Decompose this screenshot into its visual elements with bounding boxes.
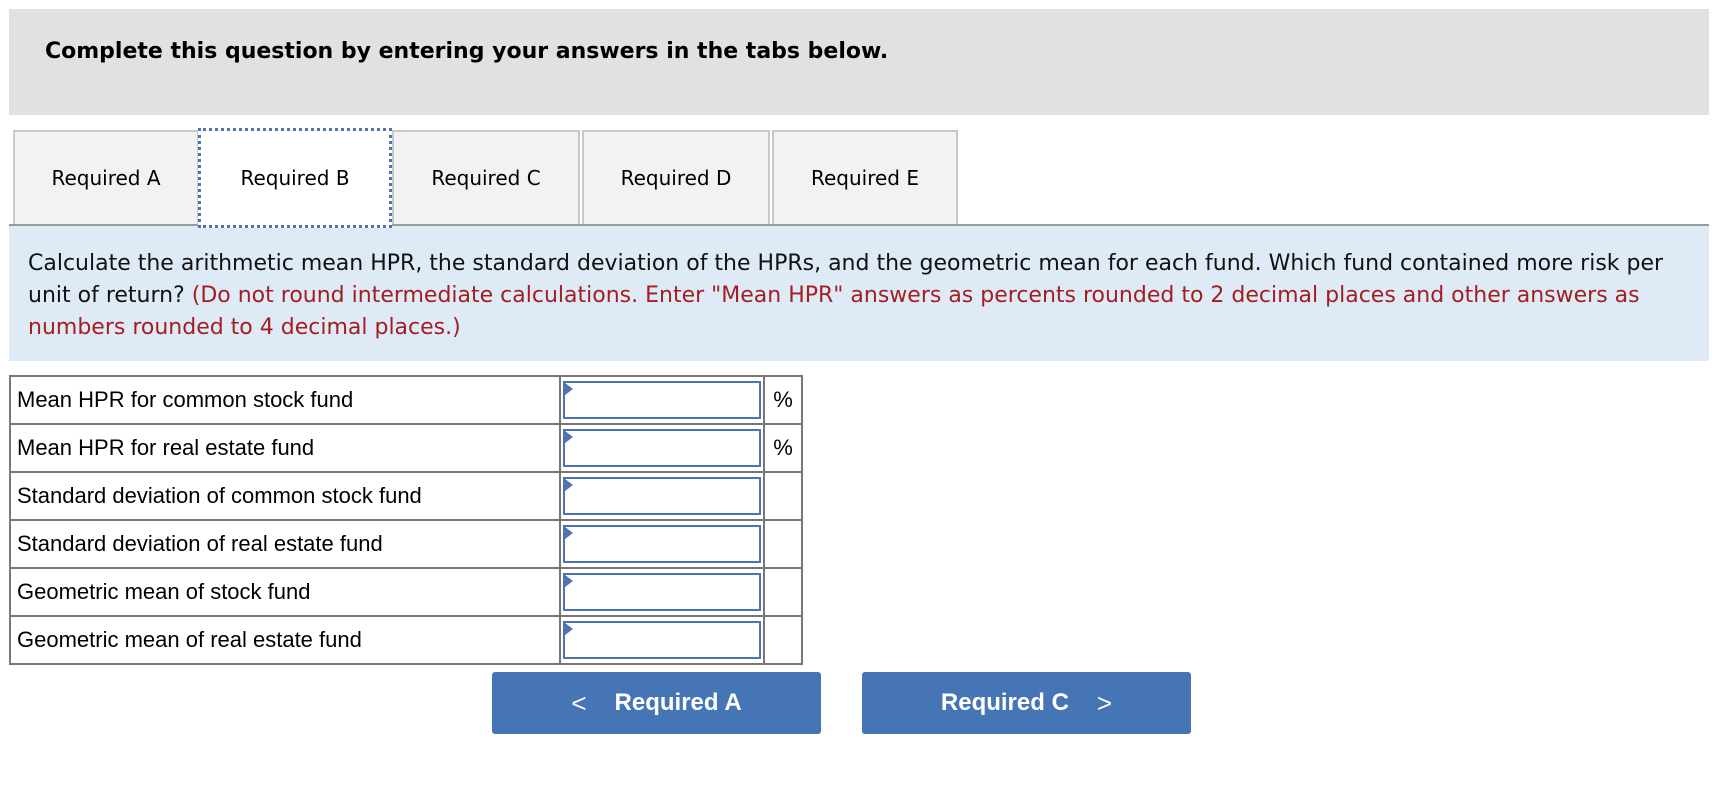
unit-label: % <box>763 375 803 425</box>
tab-required-a[interactable]: Required A <box>13 130 199 224</box>
row-label: Standard deviation of real estate fund <box>9 519 561 569</box>
row-label: Mean HPR for common stock fund <box>9 375 561 425</box>
tab-required-e[interactable]: Required E <box>772 130 958 224</box>
input-marker-icon <box>565 623 573 635</box>
header-title: Complete this question by entering your … <box>45 39 889 64</box>
answer-table: Mean HPR for common stock fund % Mean HPR… <box>9 375 803 665</box>
answer-cell <box>559 615 765 665</box>
answer-field <box>563 621 761 659</box>
row-label: Standard deviation of common stock fund <box>9 471 561 521</box>
answer-cell <box>559 375 765 425</box>
answer-input[interactable] <box>565 431 759 465</box>
prev-required-a-button[interactable]: < Required A <box>492 672 821 734</box>
answer-input[interactable] <box>565 527 759 561</box>
input-marker-icon <box>565 479 573 491</box>
unit-label <box>763 471 803 521</box>
row-label: Geometric mean of real estate fund <box>9 615 561 665</box>
input-marker-icon <box>565 527 573 539</box>
answer-field <box>563 573 761 611</box>
unit-label <box>763 615 803 665</box>
instruction-text: (Do not round intermediate calculations.… <box>28 283 1640 340</box>
answer-input[interactable] <box>565 479 759 513</box>
answer-cell <box>559 519 765 569</box>
unit-label <box>763 519 803 569</box>
row-label: Geometric mean of stock fund <box>9 567 561 617</box>
answer-cell <box>559 567 765 617</box>
input-marker-icon <box>565 383 573 395</box>
chevron-right-icon: > <box>1096 687 1113 718</box>
answer-cell <box>559 471 765 521</box>
answer-input[interactable] <box>565 575 759 609</box>
prev-button-label: Required A <box>614 689 742 716</box>
answer-cell <box>559 423 765 473</box>
table-row: Geometric mean of real estate fund <box>9 615 803 665</box>
question-prompt: Calculate the arithmetic mean HPR, the s… <box>9 226 1709 361</box>
input-marker-icon <box>565 575 573 587</box>
answer-input[interactable] <box>565 623 759 657</box>
unit-label <box>763 567 803 617</box>
table-row: Standard deviation of real estate fund <box>9 519 803 569</box>
answer-field <box>563 429 761 467</box>
table-row: Mean HPR for common stock fund % <box>9 375 803 425</box>
row-label: Mean HPR for real estate fund <box>9 423 561 473</box>
answer-input[interactable] <box>565 383 759 417</box>
answer-field <box>563 477 761 515</box>
next-button-label: Required C <box>940 689 1069 716</box>
table-row: Standard deviation of common stock fund <box>9 471 803 521</box>
instructions-header: Complete this question by entering your … <box>9 9 1709 115</box>
chevron-left-icon: < <box>571 687 587 718</box>
tab-required-c[interactable]: Required C <box>392 130 580 224</box>
next-required-c-button[interactable]: Required C > <box>862 672 1191 734</box>
table-row: Geometric mean of stock fund <box>9 567 803 617</box>
unit-label: % <box>763 423 803 473</box>
input-marker-icon <box>565 431 573 443</box>
tab-required-b[interactable]: Required B <box>198 128 392 228</box>
tab-required-d[interactable]: Required D <box>582 130 770 224</box>
table-row: Mean HPR for real estate fund % <box>9 423 803 473</box>
answer-field <box>563 381 761 419</box>
answer-field <box>563 525 761 563</box>
